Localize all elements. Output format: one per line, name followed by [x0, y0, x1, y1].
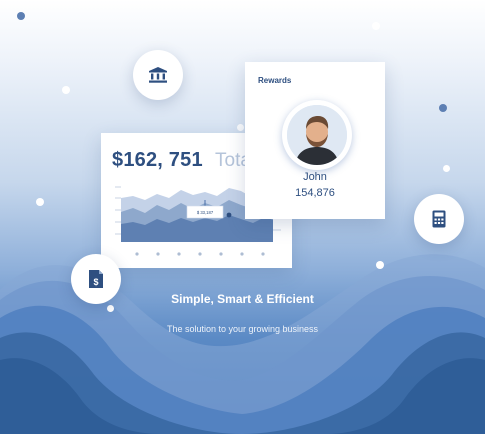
rewards-user-name: John [303, 171, 327, 183]
calculator-button[interactable] [414, 194, 464, 244]
x-tick [219, 252, 223, 256]
rewards-card: Rewards John 154,876 [245, 62, 385, 219]
decor-dot [376, 261, 384, 269]
x-tick [261, 252, 265, 256]
x-tick [177, 252, 181, 256]
invoice-dollar-icon: $ [89, 270, 103, 288]
avatar[interactable] [282, 100, 352, 170]
decor-dot [439, 104, 447, 112]
avatar-photo [287, 105, 347, 165]
decor-dot [62, 86, 70, 94]
total-amount: $162, 751 [112, 149, 203, 171]
svg-text:$: $ [93, 277, 98, 287]
person-avatar-icon [287, 105, 347, 165]
bank-icon [149, 67, 167, 83]
hero-banner: $162, 751 Total $ 33,187 Rewards John 15… [0, 0, 485, 434]
chart-highlight-point [226, 212, 232, 218]
decor-dot [443, 165, 450, 172]
x-tick [198, 252, 202, 256]
bank-button[interactable] [133, 50, 183, 100]
rewards-points-value: 154,876 [295, 187, 335, 199]
x-tick [240, 252, 244, 256]
decor-dot [237, 124, 244, 131]
decor-dot [17, 12, 25, 20]
decor-dot [372, 22, 380, 30]
x-tick [135, 252, 139, 256]
decor-dot [107, 305, 114, 312]
calculator-icon [432, 210, 446, 228]
hero-headline: Simple, Smart & Efficient [171, 292, 314, 306]
decor-dot [36, 198, 44, 206]
rewards-title: Rewards [258, 76, 292, 85]
chart-tooltip-value: $ 33,187 [197, 210, 214, 215]
x-tick [156, 252, 160, 256]
hero-subheadline: The solution to your growing business [166, 324, 319, 334]
